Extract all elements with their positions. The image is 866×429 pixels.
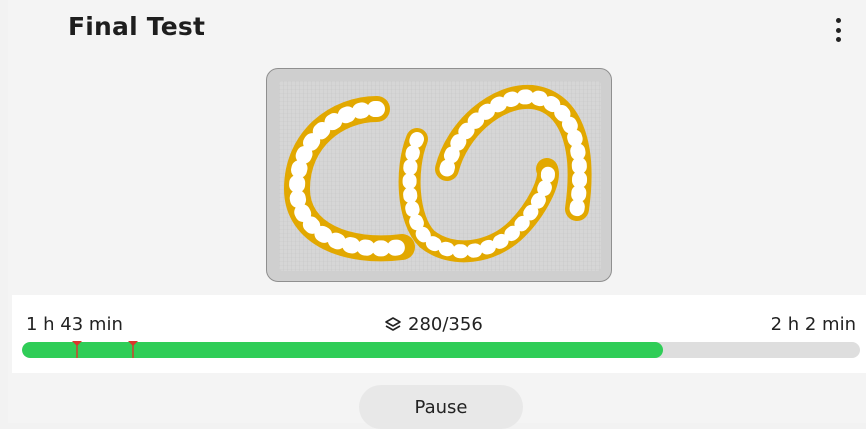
dental-arches-preview-image: [279, 81, 601, 271]
progress-bar-fill: [22, 342, 664, 358]
pause-marker[interactable]: [127, 340, 139, 358]
print-preview: [266, 68, 612, 282]
pause-button[interactable]: Pause: [359, 385, 523, 429]
pause-marker[interactable]: [71, 340, 83, 358]
progress-panel: 1 h 43 min 280/356 2 h 2 min: [12, 295, 866, 373]
layer-counter: 280/356: [384, 314, 483, 335]
elapsed-time: 1 h 43 min: [26, 314, 123, 335]
layer-count-text: 280/356: [408, 314, 483, 335]
progress-bar: [22, 342, 860, 358]
more-vertical-icon[interactable]: [826, 14, 850, 46]
job-title: Final Test: [68, 12, 206, 41]
remaining-time: 2 h 2 min: [770, 314, 856, 335]
layers-icon: [385, 316, 401, 331]
